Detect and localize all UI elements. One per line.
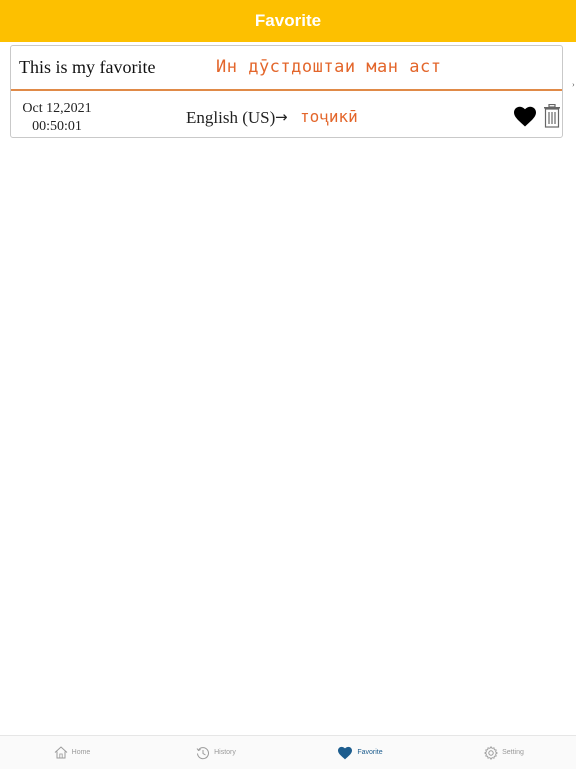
tab-setting-label: Setting: [502, 749, 524, 756]
trash-icon[interactable]: [543, 103, 561, 128]
tab-favorite[interactable]: Favorite: [288, 736, 432, 769]
page-title: Favorite: [254, 11, 322, 30]
tab-favorite-label: Favorite: [357, 749, 383, 756]
gear-icon: [484, 745, 499, 760]
history-icon: [196, 746, 210, 759]
source-language: English (US): [186, 108, 276, 127]
top-bar: Favorite: [0, 0, 576, 42]
date-text: Oct 12,2021: [22, 101, 92, 116]
tab-setting[interactable]: Setting: [432, 736, 576, 769]
tab-home-label: Home: [71, 749, 91, 756]
heart-filled-icon[interactable]: [513, 105, 537, 129]
details-row: Oct 12,2021 00:50:01 English (US) → тоҷи…: [11, 91, 562, 137]
source-text: This is my favorite: [19, 57, 156, 77]
tab-history-label: History: [214, 749, 236, 756]
home-icon: [54, 746, 67, 759]
tab-bar: Home History Favorite Setting: [0, 735, 576, 769]
edge-arrow-icon: ›: [572, 80, 575, 89]
time-text: 00:50:01: [32, 119, 82, 134]
translation-row: This is my favorite Ин дӯстдоштаи ман ас…: [11, 46, 562, 91]
target-language: тоҷикӣ: [300, 107, 358, 126]
translated-text: Ин дӯстдоштаи ман аст: [216, 57, 442, 77]
heart-icon: [338, 746, 353, 759]
arrow-icon: →: [275, 108, 288, 126]
tab-history[interactable]: History: [144, 736, 288, 769]
favorite-card: This is my favorite Ин дӯстдоштаи ман ас…: [10, 45, 563, 138]
timestamp: Oct 12,2021 00:50:01: [21, 100, 93, 136]
tab-home[interactable]: Home: [0, 736, 144, 769]
